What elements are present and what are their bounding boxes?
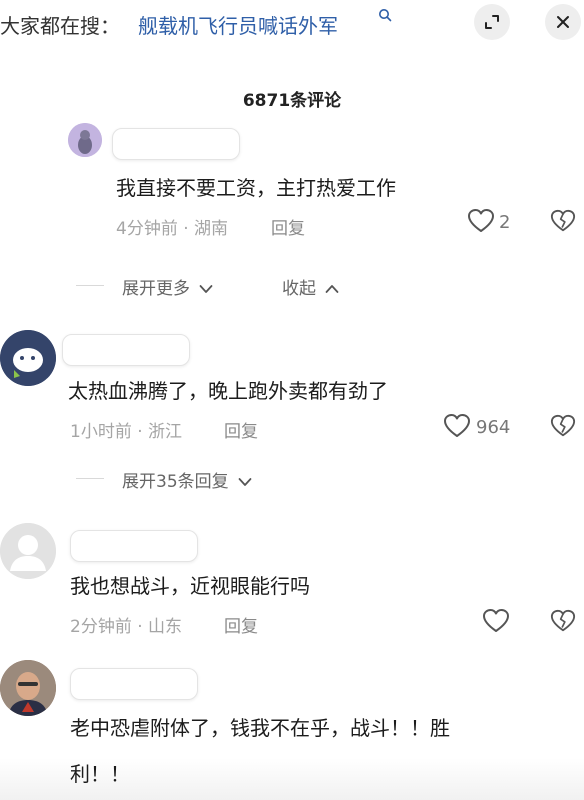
avatar-image [68,123,102,157]
avatar[interactable] [68,123,102,157]
username[interactable] [70,668,198,700]
comment-text-line1: 老中恐虐附体了，钱我不在乎，战斗！！胜 [70,716,450,740]
heart-icon[interactable] [482,608,510,634]
comment-text: 太热血沸腾了，晚上跑外卖都有劲了 [68,379,388,403]
broken-heart-icon[interactable] [550,208,576,234]
chevron-down-icon [200,285,213,293]
comment-meta: 2分钟前 · 山东 [70,617,183,637]
expand-button[interactable] [474,4,510,40]
comment-text-line2: 利！！ [70,762,130,786]
username[interactable] [62,334,190,366]
close-button[interactable] [545,4,581,40]
avatar-image [0,660,56,716]
comment-meta: 1小时前 · 浙江 [70,422,183,442]
default-avatar-icon [0,523,56,579]
reply-button[interactable]: 回复 [271,214,305,239]
chevron-up-icon [326,285,339,293]
divider [76,285,104,286]
search-suggestion-link[interactable]: 舰载机飞行员喊话外军 [138,10,338,39]
avatar[interactable] [0,660,56,716]
chevron-down-icon [238,478,252,486]
reply-button[interactable]: 回复 [224,612,258,637]
collapse-button[interactable]: 收起 [282,274,339,299]
close-icon [557,16,569,28]
comments-count: 6871条评论 [242,91,342,111]
reply-button[interactable]: 回复 [224,417,258,442]
expand-more-label: 展开更多 [122,279,190,299]
search-prefix: 大家都在搜： [0,14,120,38]
comment-meta: 4分钟前 · 湖南 [116,219,229,239]
expand-replies-button[interactable]: 展开35条回复 [122,467,252,492]
avatar[interactable] [0,523,56,579]
expand-icon [485,15,499,29]
heart-icon[interactable] [443,413,471,439]
avatar-image [0,330,56,386]
avatar[interactable] [0,330,56,386]
like-count: 2 [499,212,511,233]
expand-more-button[interactable]: 展开更多 [122,274,213,299]
broken-heart-icon[interactable] [550,608,576,634]
heart-icon[interactable] [467,208,495,234]
divider [76,478,104,479]
comment-text: 我直接不要工资，主打热爱工作 [116,176,396,200]
top-bar: 大家都在搜： 舰载机飞行员喊话外军 [0,0,584,46]
search-icon[interactable] [378,8,392,22]
username[interactable] [70,530,198,562]
like-count: 964 [476,417,511,438]
expand-replies-label: 展开35条回复 [122,472,229,492]
comment-text: 我也想战斗，近视眼能行吗 [70,574,310,598]
broken-heart-icon[interactable] [550,413,576,439]
collapse-label: 收起 [282,279,316,299]
username[interactable] [112,128,240,160]
